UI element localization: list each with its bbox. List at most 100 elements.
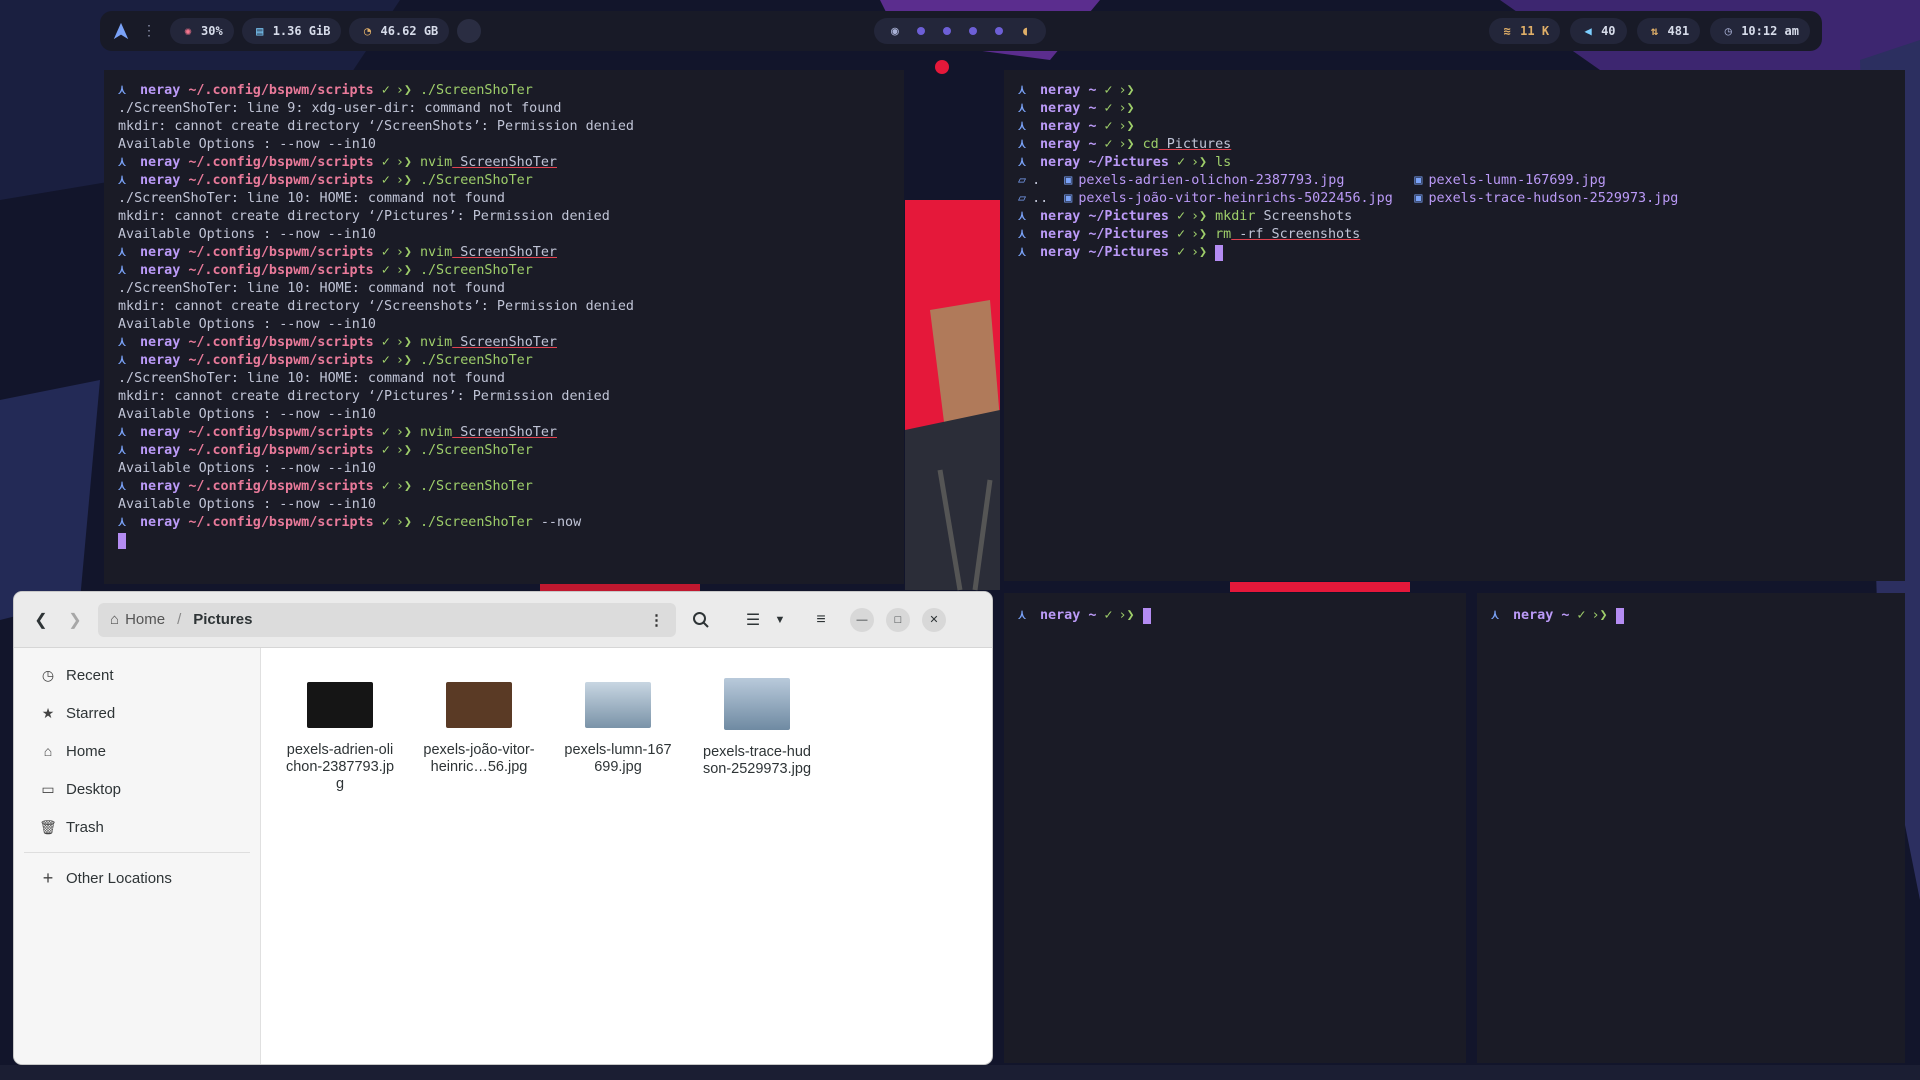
command: nvim bbox=[419, 335, 453, 350]
prompt-path: ~ bbox=[1088, 83, 1097, 98]
image-file-icon: ▣ bbox=[1056, 191, 1073, 206]
empty-module[interactable] bbox=[457, 19, 482, 43]
close-button[interactable]: ✕ bbox=[922, 607, 946, 632]
prompt-path: ~/.config/bspwm/scripts bbox=[188, 443, 374, 458]
pacman-icon[interactable]: ◖ bbox=[1021, 24, 1029, 39]
output-line: mkdir: cannot create directory ‘/Picture… bbox=[118, 208, 890, 226]
hamburger-menu-button[interactable]: ≡ bbox=[804, 603, 838, 637]
workspace-dot[interactable] bbox=[968, 27, 977, 35]
ls-file: pexels-adrien-olichon-2387793.jpg bbox=[1078, 173, 1345, 188]
sidebar-item-desktop[interactable]: ▭ Desktop bbox=[14, 770, 260, 808]
folder-open-icon: ▱ bbox=[1018, 173, 1027, 188]
maximize-button[interactable]: □ bbox=[886, 607, 910, 632]
vertical-dots-icon[interactable]: ⋮ bbox=[142, 23, 156, 39]
sidebar-divider bbox=[24, 852, 250, 853]
cpu-icon: ✺ bbox=[184, 24, 192, 38]
memory-pill[interactable]: ▤ 1.36 GiB bbox=[241, 18, 342, 44]
arch-prompt-icon: ⋏ bbox=[1018, 227, 1027, 242]
check-icon: ✓ bbox=[381, 479, 390, 494]
file-item[interactable]: pexels-lumn-167699.jpg bbox=[558, 664, 678, 1048]
file-item[interactable]: pexels-adrien-olichon-2387793.jpg bbox=[280, 664, 400, 1048]
terminal-pictures[interactable]: ⋏ neray ~ ✓ ›❯ ⋏ neray ~ ✓ ›❯ ⋏ neray ~ ✓ ›❯ ⋏ neray ~ ✓ ›❯… bbox=[1004, 70, 1905, 581]
check-icon: ✓ bbox=[1104, 608, 1113, 623]
file-item[interactable]: pexels-joão-vitor-heinric…56.jpg bbox=[419, 664, 539, 1048]
prompt-line: ⋏ neray ~/.config/bspwm/scripts ✓ ›❯ nvim Scr… bbox=[118, 244, 890, 262]
prompt-path: ~/.config/bspwm/scripts bbox=[188, 83, 374, 98]
back-button[interactable]: ❮ bbox=[24, 603, 58, 637]
prompt-user: neray bbox=[1040, 245, 1081, 260]
arch-linux-icon[interactable] bbox=[112, 22, 130, 40]
command: cd bbox=[1142, 137, 1159, 152]
arch-prompt-icon: ⋏ bbox=[118, 83, 127, 98]
command-args: -rf Screenshots bbox=[1231, 227, 1361, 242]
minimize-button[interactable]: — bbox=[850, 607, 874, 632]
file-manager-sidebar: ◷ Recent ★ Starred ⌂ Home ▭ Desktop 🗑 Tr… bbox=[14, 648, 261, 1064]
breadcrumb-home-label: Home bbox=[125, 611, 166, 628]
terminal-bottom-right[interactable]: ⋏ neray ~ ✓ ›❯ bbox=[1477, 593, 1905, 1063]
prompt-path: ~/Pictures bbox=[1088, 227, 1169, 242]
workspace-indicator: ◉ ◖ bbox=[874, 18, 1046, 44]
ls-output-line: ▱. ▣ pexels-adrien-olichon-2387793.jpg ▣ pe… bbox=[1018, 172, 1891, 190]
output-line: Available Options : --now --in10 bbox=[118, 406, 890, 424]
output-line: ./ScreenShoTer: line 10: HOME: command n… bbox=[118, 370, 890, 388]
prompt-arrow-icon: ›❯ bbox=[1118, 137, 1135, 152]
command: ./ScreenShoTer bbox=[419, 263, 533, 278]
terminal-bottom-left[interactable]: ⋏ neray ~ ✓ ›❯ bbox=[1004, 593, 1466, 1063]
image-file-icon: ▣ bbox=[1056, 173, 1073, 188]
sidebar-item-home[interactable]: ⌂ Home bbox=[14, 732, 260, 770]
sidebar-item-starred[interactable]: ★ Starred bbox=[14, 694, 260, 732]
workspace-dot[interactable] bbox=[916, 27, 925, 35]
ghost-icon[interactable]: ◉ bbox=[891, 24, 899, 39]
file-manager-window: ❮ ❯ ⌂ Home / Pictures ⋮ ☰ ▼ ≡ — □ ✕ ◷ Re… bbox=[14, 592, 992, 1064]
list-view-button[interactable]: ☰ bbox=[736, 603, 770, 637]
breadcrumb-home[interactable]: ⌂ Home bbox=[110, 611, 165, 628]
prompt-arrow-icon: ›❯ bbox=[395, 263, 412, 278]
wifi-pill[interactable]: ≋ 11 K bbox=[1489, 18, 1561, 44]
file-item[interactable]: pexels-trace-hudson-2529973.jpg bbox=[697, 664, 817, 1048]
arch-prompt-icon: ⋏ bbox=[1018, 119, 1027, 134]
command: ./ScreenShoTer bbox=[419, 173, 533, 188]
cpu-pill[interactable]: ✺ 30% bbox=[170, 18, 234, 44]
workspace-dot[interactable] bbox=[942, 27, 951, 35]
home-icon: ⌂ bbox=[110, 611, 120, 628]
search-button[interactable] bbox=[684, 603, 718, 637]
check-icon: ✓ bbox=[381, 515, 390, 530]
prompt-user: neray bbox=[1040, 155, 1081, 170]
file-name: pexels-adrien-olichon-2387793.jpg bbox=[285, 742, 395, 792]
sidebar-item-trash[interactable]: 🗑 Trash bbox=[14, 808, 260, 846]
terminal-scripts[interactable]: ⋏ neray ~/.config/bspwm/scripts ✓ ›❯ ./Screen… bbox=[104, 70, 904, 584]
prompt-arrow-icon: ›❯ bbox=[395, 353, 412, 368]
disk-pill[interactable]: ◔ 46.62 GB bbox=[349, 18, 450, 44]
prompt-path: ~ bbox=[1088, 608, 1097, 623]
command-args: ScreenShoTer bbox=[452, 335, 557, 350]
prompt-user: neray bbox=[1040, 209, 1081, 224]
prompt-user: neray bbox=[1040, 101, 1081, 116]
output-text: Available Options : --now --in10 bbox=[118, 461, 376, 476]
volume-level: 40 bbox=[1601, 24, 1616, 38]
view-options-button[interactable]: ▼ bbox=[770, 603, 790, 637]
path-menu-icon[interactable]: ⋮ bbox=[649, 611, 664, 629]
updates-pill[interactable]: ⇅ 481 bbox=[1636, 18, 1701, 44]
command: nvim bbox=[419, 425, 453, 440]
volume-pill[interactable]: ◀ 40 bbox=[1570, 18, 1627, 44]
workspace-dot[interactable] bbox=[995, 27, 1004, 35]
output-line: ./ScreenShoTer: line 10: HOME: command n… bbox=[118, 190, 890, 208]
maximize-icon: □ bbox=[894, 613, 902, 626]
prompt-user: neray bbox=[1040, 137, 1081, 152]
prompt-path: ~ bbox=[1088, 101, 1097, 116]
hamburger-menu-icon: ≡ bbox=[816, 610, 826, 628]
prompt-line: ⋏ neray ~/Pictures ✓ ›❯ bbox=[1018, 244, 1891, 262]
prompt-arrow-icon: ›❯ bbox=[395, 245, 412, 260]
forward-button[interactable]: ❯ bbox=[58, 603, 92, 637]
arch-prompt-icon: ⋏ bbox=[118, 479, 127, 494]
output-text: Available Options : --now --in10 bbox=[118, 137, 376, 152]
search-icon bbox=[693, 611, 709, 628]
sidebar-item-other-locations[interactable]: + Other Locations bbox=[14, 859, 260, 897]
prompt-user: neray bbox=[140, 515, 181, 530]
clock-pill[interactable]: ◷ 10:12 am bbox=[1710, 18, 1810, 44]
sidebar-item-recent[interactable]: ◷ Recent bbox=[14, 656, 260, 694]
breadcrumb-current[interactable]: Pictures bbox=[193, 611, 252, 628]
sidebar-item-label: Starred bbox=[66, 704, 116, 722]
arch-prompt-icon: ⋏ bbox=[1491, 608, 1500, 623]
ls-dir: . bbox=[1032, 173, 1057, 188]
